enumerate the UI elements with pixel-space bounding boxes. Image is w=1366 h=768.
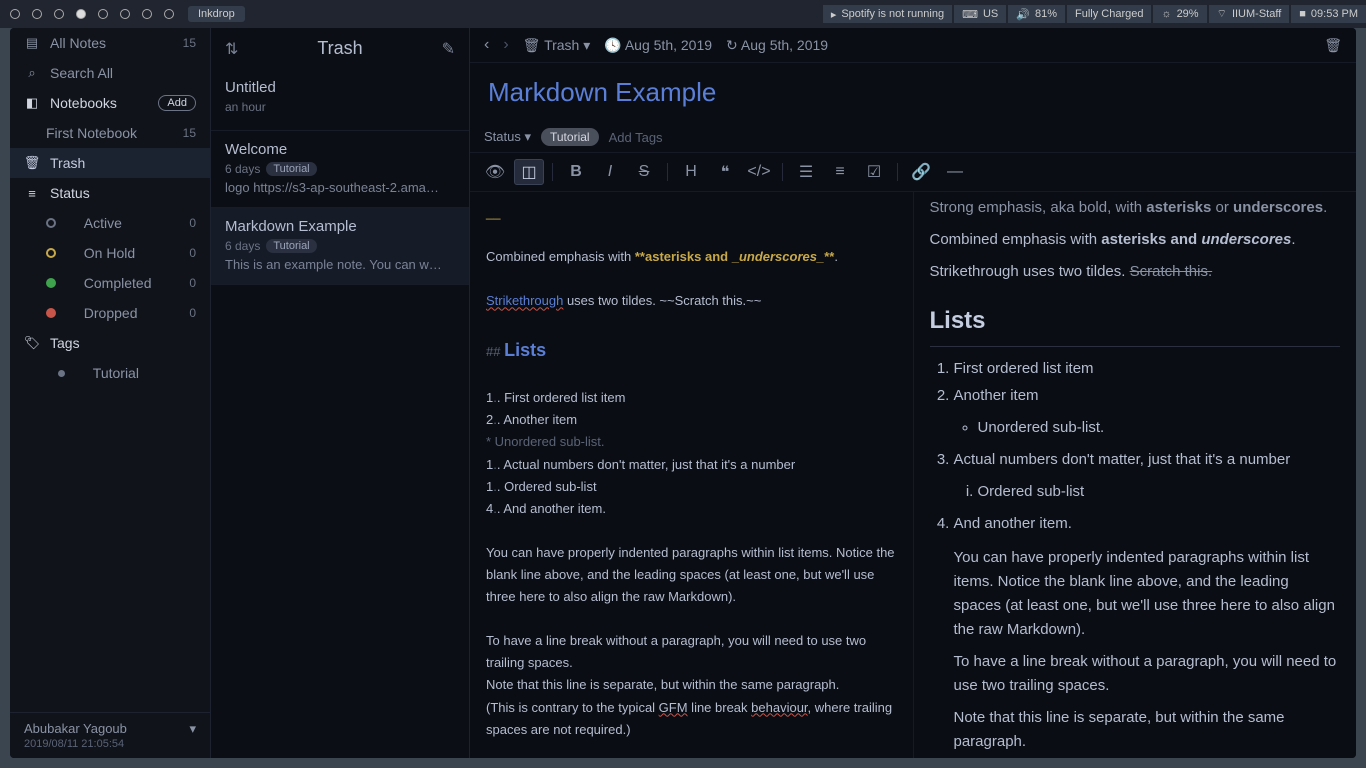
status-dropdown[interactable]: Status ▾ [484,129,531,145]
bold-button[interactable]: B [561,159,591,185]
taskbar-brightness[interactable]: ☼ 29% [1153,5,1206,23]
preview-mode-button[interactable]: 👁 [480,159,510,185]
split-mode-button[interactable]: ◫ [514,159,544,185]
taskbar-battery[interactable]: Fully Charged [1067,5,1151,23]
tag-icon: 🏷 [24,335,40,351]
heading-button[interactable]: H [676,159,706,185]
sidebar-search[interactable]: ⌕Search All [10,58,210,88]
strike-button[interactable]: S [629,159,659,185]
note-title-input[interactable]: Markdown Example [470,63,1356,122]
sidebar-status-completed[interactable]: Completed0 [10,268,210,298]
note-item[interactable]: Untitled an hour [211,69,469,131]
workspace-dots[interactable] [10,9,174,19]
sidebar-status-dropped[interactable]: Dropped0 [10,298,210,328]
sidebar-tag-tutorial[interactable]: Tutorial [10,358,210,388]
sidebar-all-notes[interactable]: ▤All Notes15 [10,28,210,58]
ul-button[interactable]: ☰ [791,159,821,185]
nav-back-button[interactable]: ‹ [484,36,489,54]
hr-button[interactable]: — [940,159,970,185]
chevron-down-icon: ▾ [189,721,196,737]
sync-timestamp: 2019/08/11 21:05:54 [24,738,196,750]
markdown-preview: Strong emphasis, aka bold, with asterisk… [914,192,1357,758]
editor-pane: ‹ › 🗑 Trash ▾ 🕓 Aug 5th, 2019 ↻ Aug 5th,… [470,28,1356,758]
sidebar-status-active[interactable]: Active0 [10,208,210,238]
taskbar-clock[interactable]: ■ 09:53 PM [1291,5,1366,23]
sidebar-notebooks[interactable]: ◧NotebooksAdd [10,88,210,118]
delete-button[interactable]: 🗑 [1324,37,1342,54]
sidebar-status[interactable]: ≡Status [10,178,210,208]
code-button[interactable]: </> [744,159,774,185]
status-icon: ≡ [24,185,40,201]
quote-button[interactable]: ❝ [710,159,740,185]
nav-forward-button[interactable]: › [503,36,508,54]
note-item[interactable]: Welcome 6 daysTutorial logo https://s3-a… [211,131,469,208]
system-taskbar: Inkdrop ▸ Spotify is not running ⌨ US 🔊 … [0,0,1366,28]
sidebar-user[interactable]: Abubakar Yagoub▾ 2019/08/11 21:05:54 [10,712,210,758]
sidebar: ▤All Notes15 ⌕Search All ◧NotebooksAdd F… [10,28,210,758]
compose-icon[interactable]: ✎ [442,39,455,59]
created-date: 🕓 Aug 5th, 2019 [604,37,712,54]
sidebar-tags[interactable]: 🏷Tags [10,328,210,358]
note-list: ⇅ Trash ✎ Untitled an hour Welcome 6 day… [210,28,470,758]
sidebar-trash[interactable]: 🗑Trash [10,148,210,178]
sidebar-first-notebook[interactable]: First Notebook15 [10,118,210,148]
taskbar-wifi[interactable]: ⌔ IIUM-Staff [1209,5,1290,23]
editor-toolbar: 👁 ◫ B I S H ❝ </> ☰ ≡ ☑ 🔗 — [470,153,1356,192]
checklist-button[interactable]: ☑ [859,159,889,185]
breadcrumb[interactable]: 🗑 Trash ▾ [523,37,591,54]
tag-chip[interactable]: Tutorial [541,128,599,146]
app-window: ▤All Notes15 ⌕Search All ◧NotebooksAdd F… [10,28,1356,758]
editor-topbar: ‹ › 🗑 Trash ▾ 🕓 Aug 5th, 2019 ↻ Aug 5th,… [470,28,1356,63]
italic-button[interactable]: I [595,159,625,185]
book-icon: ◧ [24,95,40,111]
taskbar-volume[interactable]: 🔊 81% [1008,5,1065,23]
ol-button[interactable]: ≡ [825,159,855,185]
add-notebook-button[interactable]: Add [158,95,196,111]
markdown-source[interactable]: __ Combined emphasis with **asterisks an… [470,192,914,758]
updated-date: ↻ Aug 5th, 2019 [726,37,828,54]
link-button[interactable]: 🔗 [906,159,936,185]
trash-icon: 🗑 [523,37,541,53]
trash-icon: 🗑 [24,155,40,171]
taskbar-spotify[interactable]: ▸ Spotify is not running [823,5,952,23]
taskbar-lang[interactable]: ⌨ US [954,5,1006,23]
sort-icon[interactable]: ⇅ [225,39,238,59]
taskbar-app[interactable]: Inkdrop [188,6,245,22]
note-icon: ▤ [24,35,40,51]
notelist-title: Trash [238,38,441,59]
note-item[interactable]: Markdown Example 6 daysTutorial This is … [211,208,469,285]
search-icon: ⌕ [24,65,40,81]
sidebar-status-hold[interactable]: On Hold0 [10,238,210,268]
add-tags-input[interactable]: Add Tags [609,130,663,145]
